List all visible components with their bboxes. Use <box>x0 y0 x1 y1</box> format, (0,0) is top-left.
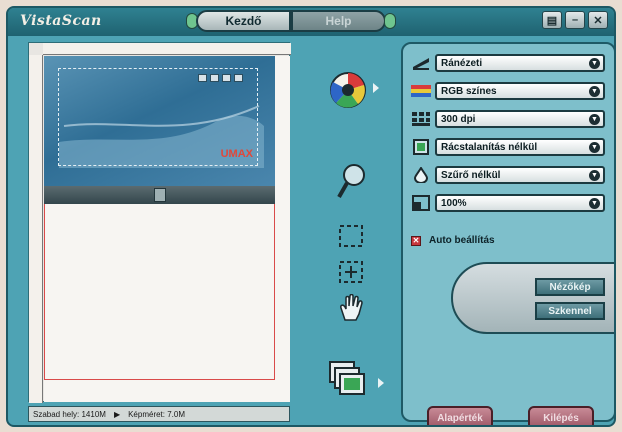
descreen-value: Rácstalanítás nélkül <box>441 141 538 153</box>
action-pill: Nézőkép Szkennel <box>451 262 614 334</box>
setting-scale[interactable]: 100% ▼ <box>411 194 605 212</box>
app-logo: VistaScan <box>20 13 102 29</box>
filter-value: Szűrő nélkül <box>441 169 501 181</box>
auto-setting[interactable]: ✕ Auto beállítás <box>411 235 495 246</box>
tab-start[interactable]: Kezdő <box>196 10 291 32</box>
multi-page-arrow-icon[interactable] <box>378 378 384 388</box>
close-button[interactable]: ✕ <box>588 11 608 29</box>
filter-icon <box>411 167 431 183</box>
color-wheel-icon[interactable] <box>328 66 368 110</box>
scan-brand-text: UMAX <box>220 148 253 160</box>
resolution-select[interactable]: 300 dpi ▼ <box>435 110 605 128</box>
scanner-type-icon <box>411 55 431 71</box>
scale-select[interactable]: 100% ▼ <box>435 194 605 212</box>
preview-paper[interactable]: UMAX <box>44 56 290 402</box>
color-mode-select[interactable]: RGB színes ▼ <box>435 82 605 100</box>
color-mode-icon <box>411 83 431 99</box>
preview-area[interactable]: UMAX <box>28 42 291 403</box>
scan-strip <box>44 186 275 204</box>
color-wheel-arrow-icon[interactable] <box>373 83 379 93</box>
setting-color-mode[interactable]: RGB színes ▼ <box>411 82 605 100</box>
preview-button[interactable]: Nézőkép <box>535 278 605 296</box>
setting-resolution[interactable]: 300 dpi ▼ <box>411 110 605 128</box>
scanner-window: VistaScan Kezdő Help ▤ – ✕ UMAX Szabad h… <box>6 6 616 427</box>
free-space-text: Szabad hely: 1410M <box>33 409 106 419</box>
tab-help[interactable]: Help <box>291 10 386 32</box>
settings-panel: Ránézeti ▼ RGB színes ▼ 300 dpi ▼ Rácstalan… <box>401 42 614 425</box>
scale-icon <box>411 195 431 211</box>
magnifier-icon[interactable] <box>336 162 366 202</box>
status-separator-icon: ▶ <box>113 409 121 419</box>
tab-strip: Kezdő Help <box>186 10 396 34</box>
dropdown-icon[interactable]: ▼ <box>589 58 600 69</box>
ruler-horizontal <box>43 43 291 55</box>
setting-scan-type[interactable]: Ránézeti ▼ <box>411 54 605 72</box>
exit-button[interactable]: Kilépés <box>528 406 594 425</box>
menu-button[interactable]: ▤ <box>542 11 562 29</box>
dropdown-icon[interactable]: ▼ <box>589 142 600 153</box>
dropdown-icon[interactable]: ▼ <box>589 114 600 125</box>
scan-area-frame <box>44 204 275 380</box>
select-marquee-icon[interactable] <box>338 224 364 248</box>
hand-icon[interactable] <box>338 294 364 322</box>
filter-select[interactable]: Szűrő nélkül ▼ <box>435 166 605 184</box>
image-size-text: Képméret: 7.0M <box>128 409 186 419</box>
dropdown-icon[interactable]: ▼ <box>589 170 600 181</box>
multi-page-icon[interactable] <box>328 360 370 400</box>
scan-strip-handle[interactable] <box>154 188 166 202</box>
dropdown-icon[interactable]: ▼ <box>589 198 600 209</box>
dropdown-icon[interactable]: ▼ <box>589 86 600 97</box>
status-bar: Szabad hely: 1410M ▶ Képméret: 7.0M <box>28 406 290 422</box>
tab-cap-right <box>384 13 396 29</box>
scale-value: 100% <box>441 197 467 209</box>
auto-setting-label: Auto beállítás <box>429 235 495 246</box>
scan-thumbnail-icons <box>198 74 243 82</box>
resolution-value: 300 dpi <box>441 113 476 125</box>
window-controls: ▤ – ✕ <box>542 11 608 29</box>
auto-setting-checkbox[interactable]: ✕ <box>411 235 421 246</box>
scan-type-value: Ránézeti <box>441 57 483 69</box>
color-mode-value: RGB színes <box>441 85 497 97</box>
descreen-icon <box>411 139 431 155</box>
setting-descreen[interactable]: Rácstalanítás nélkül ▼ <box>411 138 605 156</box>
resolution-icon <box>411 111 431 127</box>
default-button[interactable]: Alapérték <box>427 406 493 425</box>
descreen-select[interactable]: Rácstalanítás nélkül ▼ <box>435 138 605 156</box>
setting-filter[interactable]: Szűrő nélkül ▼ <box>411 166 605 184</box>
minimize-button[interactable]: – <box>565 11 585 29</box>
tool-column <box>318 42 388 412</box>
add-frame-icon[interactable] <box>338 260 364 284</box>
scanned-image: UMAX <box>44 56 275 186</box>
ruler-vertical <box>29 55 43 403</box>
title-bar: VistaScan Kezdő Help ▤ – ✕ <box>8 8 614 36</box>
scan-button[interactable]: Szkennel <box>535 302 605 320</box>
scan-type-select[interactable]: Ránézeti ▼ <box>435 54 605 72</box>
